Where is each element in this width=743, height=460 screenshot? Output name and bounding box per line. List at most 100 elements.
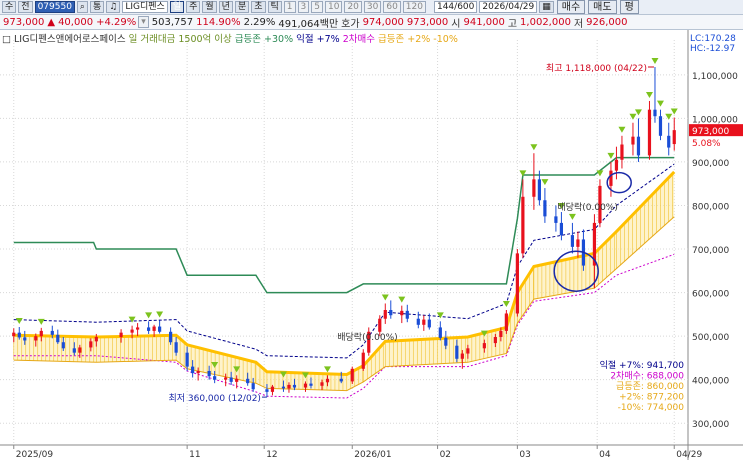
interval-button-1[interactable]: 1: [283, 1, 296, 13]
candle-body: [636, 136, 641, 156]
candle-body: [532, 179, 536, 197]
search-icon[interactable]: ⌕: [76, 1, 88, 13]
interval-button-60[interactable]: 60: [383, 1, 401, 13]
chart-window: { "toolbar": { "menu_label": "수", "perio…: [0, 0, 743, 460]
candle-body: [620, 144, 624, 160]
y-tick-label: 500,000: [692, 333, 729, 343]
candle-body: [50, 330, 54, 335]
speaker-icon[interactable]: ♫: [106, 1, 121, 13]
y-tick-label: 700,000: [692, 246, 729, 256]
candle-body: [339, 378, 343, 382]
candle-body: [174, 342, 178, 353]
timeframe-button-2[interactable]: 월: [202, 1, 217, 13]
x-tick-label: 11: [189, 450, 200, 460]
bottom-legend-item: -10%: 774,000: [618, 403, 685, 413]
legend-stock-name: □ LIG디펜스앤에어로스페이스: [2, 34, 129, 45]
y-tick-label: 400,000: [692, 377, 729, 387]
last-pct-label: 5.08%: [692, 139, 721, 149]
eval-button[interactable]: 평: [619, 0, 639, 14]
candle-body: [400, 310, 404, 316]
candle-body: [309, 383, 313, 386]
candle-body: [647, 109, 652, 156]
quote-options-button[interactable]: ▾: [138, 16, 149, 28]
x-tick-label: 04: [599, 450, 611, 460]
up-arrow-icon: ▲: [47, 16, 56, 28]
candle-body: [383, 310, 387, 319]
candle-body: [147, 327, 151, 331]
hc-label: HC:-12.97: [690, 44, 735, 54]
stock-name-field[interactable]: LIG디펜스: [122, 1, 168, 13]
candle-body: [350, 368, 354, 382]
sell-button[interactable]: 매도: [588, 0, 617, 14]
lock-button[interactable]: 통: [89, 1, 105, 13]
candle-body: [389, 310, 393, 316]
y-tick-label: 900,000: [692, 159, 729, 169]
candle-body: [191, 366, 195, 374]
candle-body: [72, 348, 76, 353]
candle-body: [229, 377, 233, 382]
candle-body: [460, 353, 464, 359]
candle-body: [185, 352, 189, 367]
candle-body: [422, 319, 426, 325]
range-field[interactable]: 144/600: [433, 1, 478, 13]
legend-item-2: 익절 +7%: [296, 33, 343, 45]
timeframe-button-3[interactable]: 년: [218, 1, 233, 13]
interval-button-20[interactable]: 20: [344, 1, 362, 13]
date-field[interactable]: 2026/04/29: [479, 1, 538, 13]
timeframe-button-5[interactable]: 초: [251, 1, 266, 13]
interval-button-30[interactable]: 30: [363, 1, 382, 13]
calendar-icon[interactable]: ▦: [539, 1, 554, 13]
candle-body: [570, 235, 575, 247]
candle-body: [207, 370, 211, 377]
interval-button-120[interactable]: 120: [402, 1, 426, 13]
candle-body: [61, 342, 65, 349]
timeframe-button-0[interactable]: 일: [169, 1, 185, 13]
turnover-ratio: 2.29%: [243, 16, 276, 28]
candle-body: [196, 370, 200, 374]
legend-item-3: 2차매수: [343, 33, 378, 45]
high-price: 1,002,000: [520, 16, 571, 28]
open-price: 941,000: [463, 16, 505, 28]
candle-body: [287, 384, 291, 389]
price-change: 40,000: [58, 16, 94, 28]
candle-body: [246, 378, 250, 384]
y-tick-label: 800,000: [692, 202, 729, 212]
timeframe-group: 일주월년분초틱: [168, 1, 282, 13]
timeframe-button-1[interactable]: 주: [186, 1, 201, 13]
candle-body: [303, 383, 308, 388]
candle-body: [631, 136, 635, 145]
period-button[interactable]: 전: [18, 1, 33, 13]
candle-body: [455, 345, 459, 359]
hoga-label: 호가: [341, 18, 360, 30]
candle-body: [39, 330, 43, 337]
legend-item-0: 일 거래대금 1500억 이상: [129, 33, 235, 45]
stock-code-input[interactable]: 079550: [34, 1, 75, 13]
menu-button[interactable]: 수: [2, 1, 17, 13]
interval-group: 1 3 5 10 20 30 60 120: [282, 1, 426, 13]
low-price: 926,000: [586, 16, 628, 28]
candle-body: [213, 376, 217, 380]
bid-price: 973,000: [406, 16, 449, 28]
candle-body: [614, 159, 619, 171]
x-tick-label: 02: [440, 450, 451, 460]
candle-body: [515, 253, 519, 314]
candle-body: [325, 378, 330, 383]
candle-body: [136, 327, 140, 330]
high-label: 고: [507, 18, 518, 30]
candle-body: [576, 239, 580, 247]
candle-body: [672, 130, 676, 145]
legend-text: □ LIG디펜스앤에어로스페이스 일 거래대금 1500억 이상 급등존 +30…: [2, 33, 458, 45]
interval-button-10[interactable]: 10: [324, 1, 343, 13]
buy-button[interactable]: 매수: [556, 0, 586, 14]
timeframe-button-4[interactable]: 분: [234, 1, 250, 13]
y-tick-label: 1,100,000: [692, 72, 738, 82]
legend-item-1: 급등존 +30%: [235, 34, 296, 45]
timeframe-button-6[interactable]: 틱: [267, 1, 282, 13]
interval-button-5[interactable]: 5: [311, 1, 323, 13]
trade-amount: 491,064백만: [278, 18, 339, 30]
candle-body: [12, 332, 16, 337]
interval-button-3[interactable]: 3: [297, 1, 310, 13]
x-tick-label: 2025/09: [16, 450, 54, 460]
candle-body: [56, 334, 60, 343]
price-chart[interactable]: 300,000 400,000 500,000 600,000 700,000 800,0…: [0, 30, 743, 460]
